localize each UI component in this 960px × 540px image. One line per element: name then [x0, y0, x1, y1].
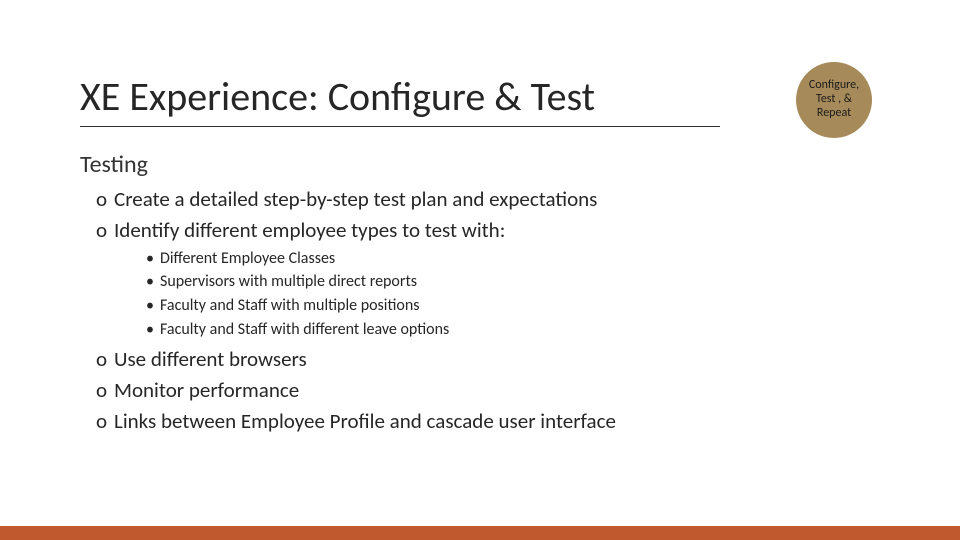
slide: XE Experience: Configure & Test Configur… — [0, 0, 960, 540]
slide-title: XE Experience: Configure & Test — [80, 72, 595, 121]
list-item: oIdentify different employee types to te… — [96, 217, 880, 244]
list-item: oCreate a detailed step-by-step test pla… — [96, 186, 880, 213]
title-underline — [80, 126, 720, 127]
sub-list-item: •Supervisors with multiple direct report… — [146, 271, 880, 293]
sub-list-item: •Faculty and Staff with different leave … — [146, 319, 880, 341]
list-item-text: Monitor performance — [114, 377, 299, 403]
list-item: oLinks between Employee Profile and casc… — [96, 408, 880, 435]
list-item-text: Create a detailed step-by-step test plan… — [114, 186, 597, 212]
section-heading: Testing — [80, 150, 148, 179]
list-item-text: Use different browsers — [114, 346, 307, 372]
sub-list-text: Supervisors with multiple direct reports — [160, 272, 417, 291]
list-item: oUse different browsers — [96, 346, 880, 373]
sub-list-item: •Different Employee Classes — [146, 248, 880, 270]
sub-list-text: Faculty and Staff with different leave o… — [160, 320, 449, 339]
sub-list-text: Different Employee Classes — [160, 249, 335, 268]
badge-text: Configure, Test , & Repeat — [800, 79, 868, 120]
list-item-text: Links between Employee Profile and casca… — [114, 408, 616, 434]
list-item-text: Identify different employee types to tes… — [114, 217, 505, 243]
sub-list-item: •Faculty and Staff with multiple positio… — [146, 295, 880, 317]
sub-list-text: Faculty and Staff with multiple position… — [160, 296, 420, 315]
sub-list: •Different Employee Classes •Supervisors… — [146, 248, 880, 340]
accent-bar — [0, 526, 960, 540]
list-item: oMonitor performance — [96, 377, 880, 404]
cycle-badge: Configure, Test , & Repeat — [796, 62, 872, 138]
content-body: oCreate a detailed step-by-step test pla… — [96, 186, 880, 439]
